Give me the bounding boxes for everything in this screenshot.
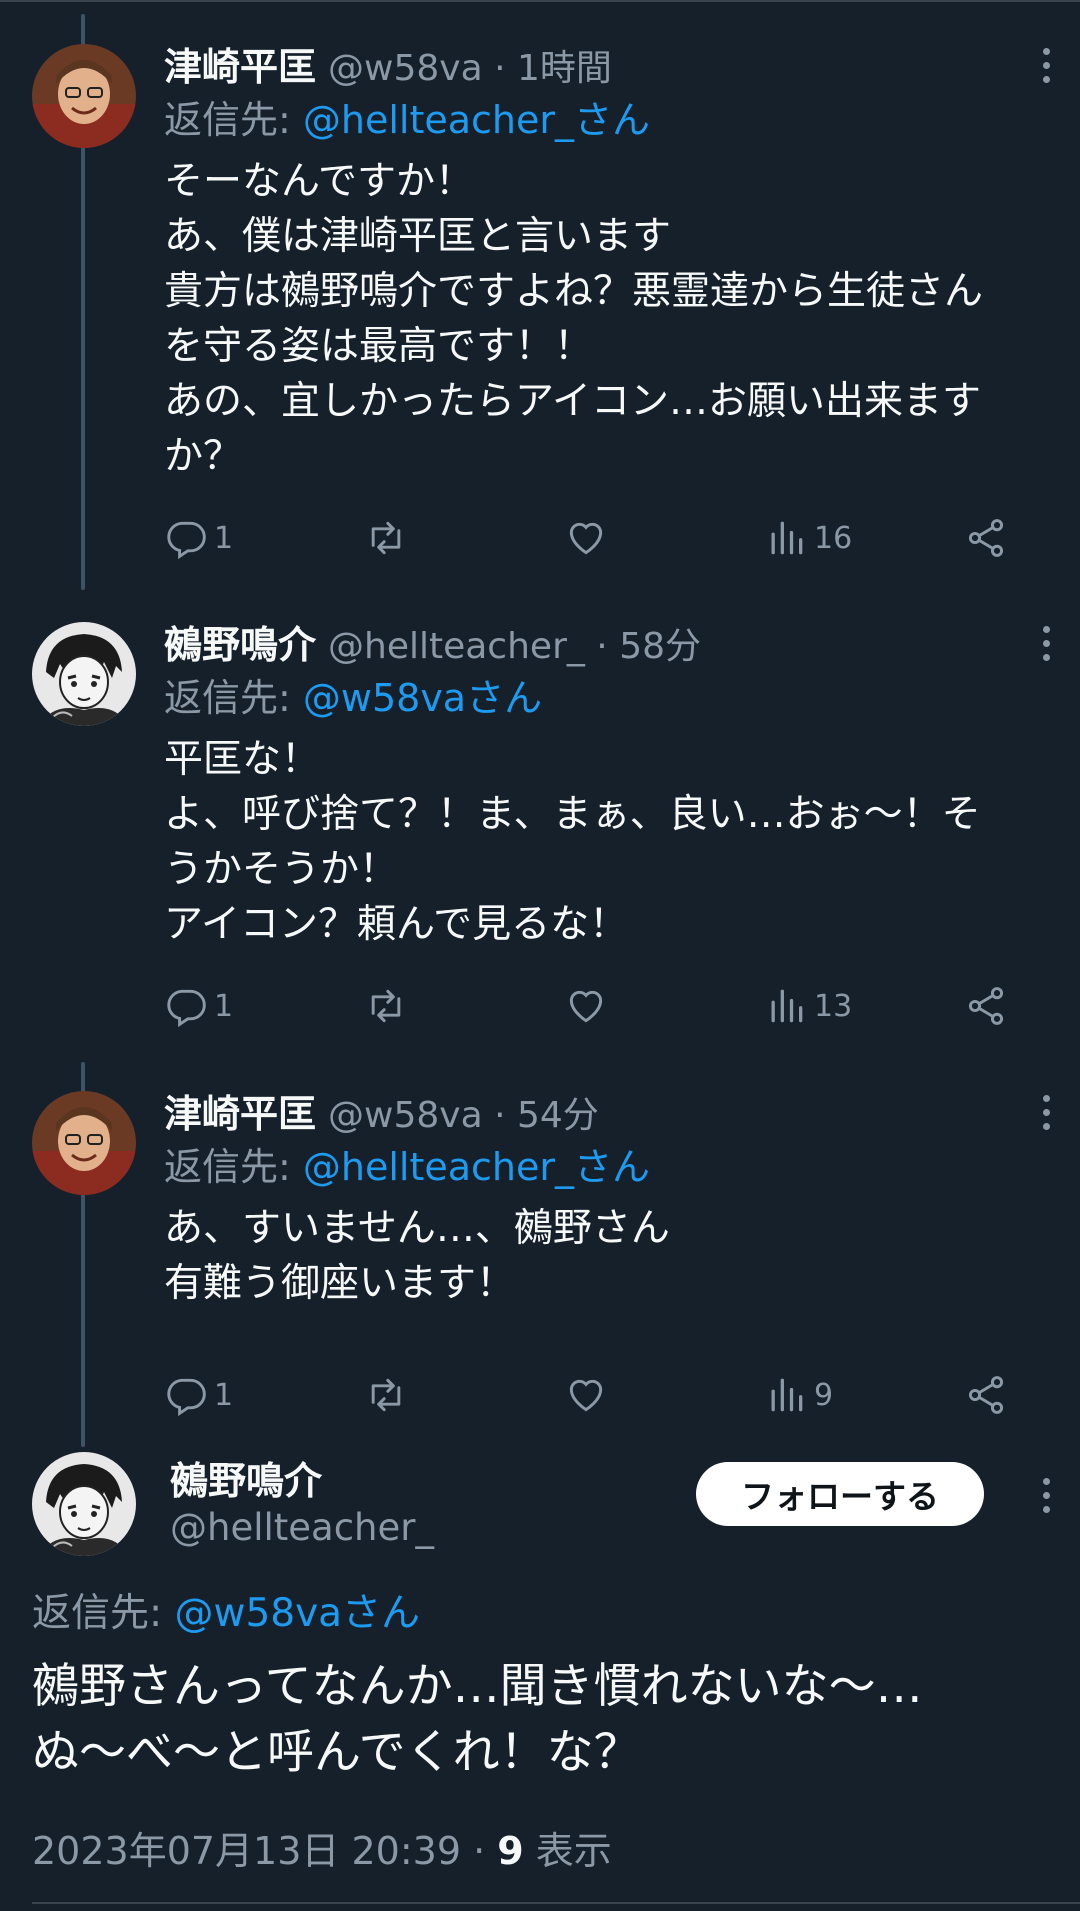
avatar-smiling-man-icon xyxy=(32,44,136,148)
share-icon xyxy=(968,519,1004,557)
tweet-text: そーなんですか！ あ、僕は津崎平匡と言います 貴方は鵺野鳴介ですよね？悪霊達から… xyxy=(164,159,984,479)
retweet-icon xyxy=(371,989,401,1023)
tweet-text: あ、すいません…、鵺野さん 有難う御座います！ xyxy=(164,1206,670,1306)
views-label: 表示 xyxy=(523,1829,612,1873)
avatar[interactable] xyxy=(32,44,136,148)
author-handle-time[interactable]: @hellteacher_ · 58分 xyxy=(328,617,701,669)
reply-to-line: 返信先: @hellteacher_さん xyxy=(164,1139,1056,1195)
author-handle-time[interactable]: @w58va · 1時間 xyxy=(328,39,612,91)
views-icon xyxy=(771,989,803,1023)
reply-to-line: 返信先: @hellteacher_さん xyxy=(164,92,1056,148)
action-bar: 1 16 xyxy=(164,510,1024,566)
reply-to-label: 返信先: xyxy=(32,1591,175,1636)
timestamp[interactable]: 2023年07月13日 20:39 · xyxy=(32,1829,497,1873)
top-divider xyxy=(0,0,1080,2)
reply-count: 1 xyxy=(214,988,234,1024)
reply-to-handle[interactable]: @w58vaさん xyxy=(175,1591,421,1636)
reply-to-label: 返信先: xyxy=(164,1145,303,1189)
heart-icon xyxy=(569,990,603,1023)
avatar-anime-character-icon xyxy=(32,622,136,726)
reply-to-line: 返信先: @w58vaさん xyxy=(32,1582,420,1638)
share-button[interactable] xyxy=(964,1367,1008,1423)
tweet[interactable]: 津崎平匡 @w58va · 54分 返信先: @hellteacher_さん あ… xyxy=(0,1083,1080,1443)
retweet-icon xyxy=(371,521,401,555)
author-name[interactable]: 鵺野鳴介 xyxy=(164,614,316,669)
follow-button[interactable]: フォローする xyxy=(696,1462,984,1526)
avatar[interactable] xyxy=(32,1091,136,1195)
retweet-button[interactable] xyxy=(364,978,408,1034)
reply-icon xyxy=(167,989,206,1028)
share-button[interactable] xyxy=(964,978,1008,1034)
share-button[interactable] xyxy=(964,510,1008,566)
views-count: 13 xyxy=(814,988,853,1024)
reply-to-handle[interactable]: @hellteacher_さん xyxy=(303,98,650,142)
reply-icon xyxy=(167,521,206,560)
like-button[interactable] xyxy=(564,1367,608,1423)
share-icon xyxy=(968,1376,1004,1414)
author-handle-time[interactable]: @w58va · 54分 xyxy=(328,1086,599,1138)
like-button[interactable] xyxy=(564,510,608,566)
heart-icon xyxy=(569,522,603,555)
tweet-text: 平匡な！ よ、呼び捨て？！ま、まぁ、良い…おぉ～！そ うかそうか！ アイコン？頼… xyxy=(164,737,981,947)
action-bar: 1 9 xyxy=(164,1367,1024,1423)
share-icon xyxy=(968,987,1004,1025)
avatar[interactable] xyxy=(32,622,136,726)
avatar-smiling-man-icon xyxy=(32,1091,136,1195)
views-icon xyxy=(771,1378,803,1412)
views-count: 16 xyxy=(814,520,853,556)
views-count: 9 xyxy=(497,1829,524,1873)
reply-count: 1 xyxy=(214,1377,234,1413)
reply-button[interactable]: 1 xyxy=(164,1367,233,1423)
author-name[interactable]: 鵺野鳴介 xyxy=(170,1450,322,1505)
author-name[interactable]: 津崎平匡 xyxy=(164,36,316,91)
reply-to-label: 返信先: xyxy=(164,676,303,720)
retweet-button[interactable] xyxy=(364,510,408,566)
tweet[interactable]: 津崎平匡 @w58va · 1時間 返信先: @hellteacher_さん そ… xyxy=(0,36,1080,596)
bottom-divider xyxy=(32,1902,1080,1904)
reply-to-handle[interactable]: @w58vaさん xyxy=(303,676,542,720)
reply-to-label: 返信先: xyxy=(164,98,303,142)
reply-button[interactable]: 1 xyxy=(164,510,233,566)
tweet[interactable]: 鵺野鳴介 @hellteacher_ · 58分 返信先: @w58vaさん 平… xyxy=(0,614,1080,1054)
views-button[interactable]: 13 xyxy=(764,978,852,1034)
reply-to-handle[interactable]: @hellteacher_さん xyxy=(303,1145,650,1189)
views-count: 9 xyxy=(814,1377,834,1413)
avatar[interactable] xyxy=(32,1452,136,1556)
tweet-text: 鵺野さんってなんか…聞き慣れないな～… ぬ～べ～と呼んでくれ！な？ xyxy=(32,1659,923,1780)
retweet-button[interactable] xyxy=(364,1367,408,1423)
views-button[interactable]: 9 xyxy=(764,1367,833,1423)
reply-button[interactable]: 1 xyxy=(164,978,233,1034)
action-bar: 1 13 xyxy=(164,978,1024,1034)
views-button[interactable]: 16 xyxy=(764,510,852,566)
more-icon[interactable] xyxy=(1040,1478,1052,1513)
reply-icon xyxy=(167,1378,206,1417)
views-icon xyxy=(771,521,803,555)
author-handle[interactable]: @hellteacher_ xyxy=(170,1506,434,1549)
retweet-icon xyxy=(371,1378,401,1412)
heart-icon xyxy=(569,1379,603,1412)
like-button[interactable] xyxy=(564,978,608,1034)
avatar-anime-character-icon xyxy=(32,1452,136,1556)
author-name[interactable]: 津崎平匡 xyxy=(164,1083,316,1138)
tweet-meta: 2023年07月13日 20:39 · 9 表示 xyxy=(32,1820,612,1875)
reply-count: 1 xyxy=(214,520,234,556)
reply-to-line: 返信先: @w58vaさん xyxy=(164,670,1056,726)
